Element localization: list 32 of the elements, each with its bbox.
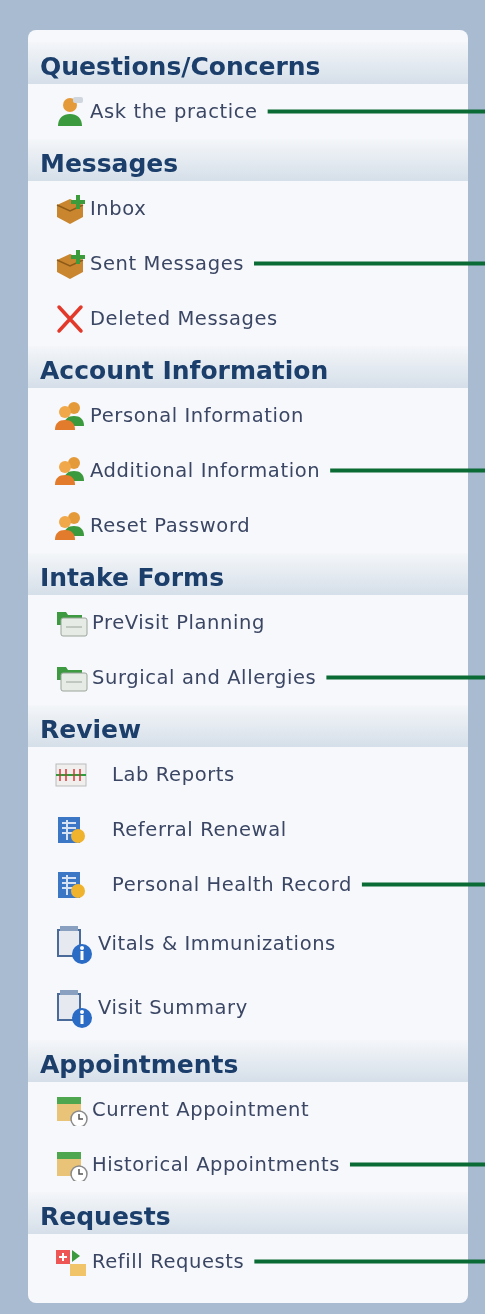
section-title: Requests [40,1202,171,1233]
section-title: Account Information [40,356,329,387]
info-icon [54,924,94,964]
menu-link[interactable]: PreVisit Planning [92,607,265,638]
menu-link[interactable]: Referral Renewal [112,814,287,845]
people-icon [54,509,86,542]
section-title: Appointments [40,1050,239,1081]
menu-link[interactable]: Current Appointment [92,1094,310,1125]
section-title: Review [40,715,142,746]
section-title: Questions/Concerns [40,52,321,83]
menu-link[interactable]: Personal Information [90,400,304,431]
menu-link[interactable]: Personal Health Record [112,869,352,900]
menu-link[interactable]: Inbox [90,193,147,224]
menu-link[interactable]: Sent Messages [90,248,244,279]
menu-link[interactable]: Additional Information [90,455,321,486]
menu-link[interactable]: Lab Reports [112,759,235,790]
section-title: Intake Forms [40,563,225,594]
delete-icon [54,302,86,335]
menu-link[interactable]: Ask the practice [90,96,258,127]
menu-link[interactable]: Reset Password [90,510,251,541]
menu-link[interactable]: Deleted Messages [90,303,278,334]
menu-link[interactable]: Historical Appointments [92,1149,340,1180]
section-title: Messages [40,149,179,180]
people-icon [54,399,86,432]
menu-link[interactable]: Refill Requests [92,1246,245,1277]
menu-link[interactable]: Surgical and Allergies [92,662,317,693]
info-icon [54,988,94,1028]
menu-link[interactable]: Visit Summary [98,993,248,1023]
package-icon [54,192,86,225]
menu-link[interactable]: Vitals & Immunizations [98,929,336,959]
package-icon [54,247,86,280]
people-icon [54,454,86,487]
